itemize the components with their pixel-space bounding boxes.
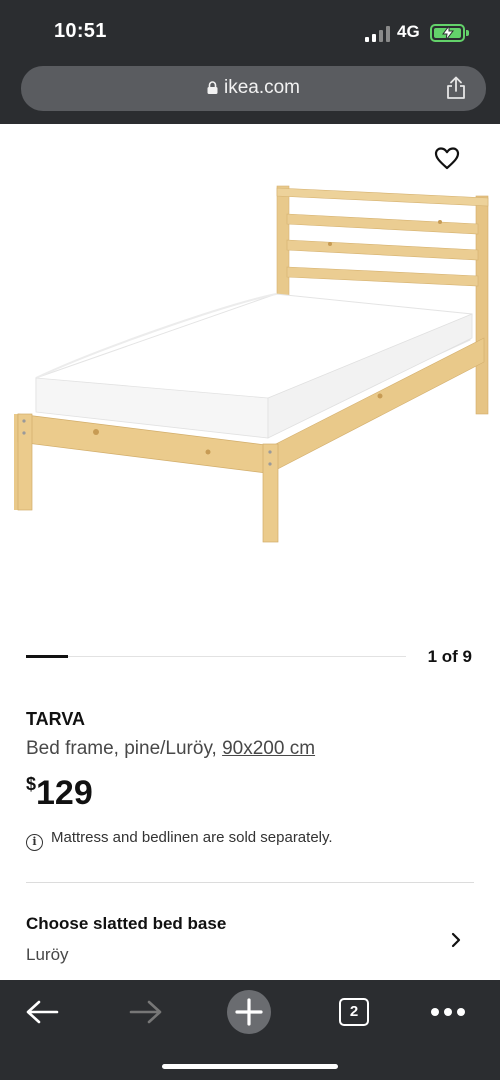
product-price: $129: [26, 774, 93, 813]
url-text[interactable]: ikea.com: [224, 77, 300, 98]
gallery-progress-track: [26, 656, 406, 657]
network-type: 4G: [397, 22, 420, 41]
status-time: 10:51: [54, 20, 107, 42]
option-title: Choose slatted bed base: [26, 914, 227, 933]
product-name: TARVA: [26, 709, 86, 729]
battery-icon: [430, 24, 469, 42]
more-button[interactable]: [424, 988, 472, 1036]
product-description: Bed frame, pine/Luröy, 90x200 cm: [26, 738, 315, 760]
lock-icon: [207, 78, 218, 94]
favorite-heart-icon[interactable]: [434, 146, 460, 170]
new-tab-button[interactable]: [225, 988, 273, 1036]
product-size-link[interactable]: 90x200 cm: [222, 738, 315, 759]
home-indicator: [162, 1064, 338, 1069]
share-icon[interactable]: [445, 76, 467, 100]
tabs-icon: 2: [339, 998, 369, 1026]
price-currency: $: [26, 774, 37, 794]
info-icon: i: [26, 834, 43, 851]
cellular-signal-icon: [365, 26, 390, 42]
forward-icon: [129, 1000, 162, 1024]
charging-bolt-icon: [442, 26, 455, 40]
tabs-button[interactable]: 2: [330, 988, 378, 1036]
new-tab-icon: [227, 990, 271, 1034]
product-description-text: Bed frame, pine/Luröy,: [26, 738, 217, 759]
browser-top-bar: 10:51 4G ikea.com: [0, 0, 500, 124]
back-icon: [26, 1000, 59, 1024]
tab-count: 2: [349, 1003, 359, 1020]
product-note-text: Mattress and bedlinen are sold separatel…: [51, 829, 333, 846]
bed-frame-image: [14, 185, 489, 543]
product-note: i Mattress and bedlinen are sold separate…: [26, 829, 333, 851]
gallery-progress-indicator: [26, 655, 68, 658]
gallery-position: 1 of 9: [427, 647, 472, 666]
product-image[interactable]: [0, 124, 500, 624]
address-bar[interactable]: ikea.com: [21, 66, 486, 111]
forward-button[interactable]: [122, 988, 170, 1036]
slatted-bed-base-selector[interactable]: Choose slatted bed base Luröy: [0, 900, 500, 978]
more-icon: [431, 1008, 465, 1016]
price-amount: 129: [36, 774, 93, 812]
divider: [26, 882, 474, 883]
option-value: Luröy: [26, 945, 69, 964]
back-button[interactable]: [18, 988, 66, 1036]
chevron-right-icon: [451, 932, 461, 948]
